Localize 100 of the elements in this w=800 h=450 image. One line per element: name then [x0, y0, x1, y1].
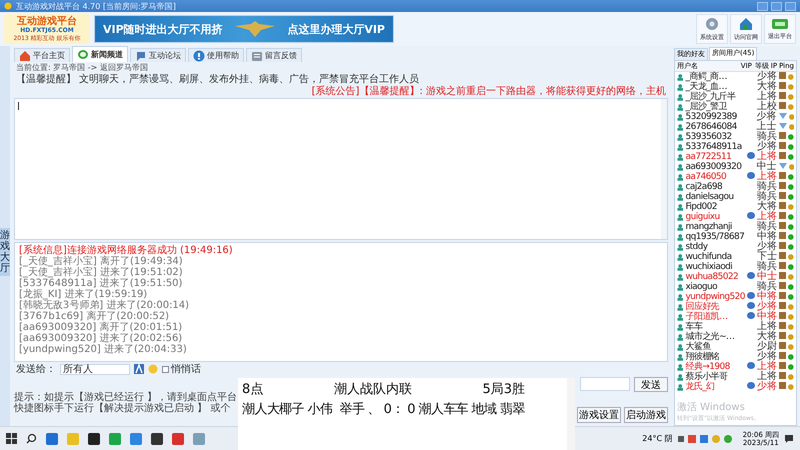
whisper-checkbox[interactable]	[162, 366, 169, 372]
action-button[interactable]: 启动游戏	[624, 407, 668, 423]
nav-tab[interactable]: 平台主页	[14, 48, 70, 62]
user-level: 骑兵	[757, 182, 778, 192]
chat-message: [系统信息]连接游戏网络服务器成功 (19:49:16)	[19, 245, 234, 256]
nav-tab[interactable]: 使用帮助	[188, 48, 244, 62]
user-name[interactable]: 车车	[685, 322, 745, 332]
user-level: 少将	[757, 302, 778, 312]
caption-text: 8点	[242, 381, 264, 398]
user-icon	[677, 114, 684, 120]
user-icon	[677, 134, 684, 140]
send-button[interactable]: 发送	[634, 376, 668, 392]
vip-banner[interactable]: VIP随时进出大厅不用挤 点这里办理大厅VIP	[94, 15, 394, 43]
user-level: 上校	[757, 102, 778, 112]
user-level: 大将	[757, 202, 778, 212]
user-name[interactable]: caj2a698	[685, 182, 745, 192]
user-name[interactable]: 回应好先	[685, 302, 745, 312]
user-name[interactable]: _天龙_血…	[685, 82, 745, 92]
user-name[interactable]: 5337648911a	[685, 142, 745, 152]
minimize-button[interactable]	[757, 2, 768, 10]
user-icon	[677, 264, 684, 270]
user-name[interactable]: qq1935/78687	[685, 232, 745, 242]
taskbar-app-icon[interactable]	[88, 432, 100, 444]
user-name[interactable]: aa693009320	[685, 162, 744, 172]
user-icon	[677, 274, 684, 280]
user-level: 少将	[757, 352, 778, 362]
notification-icon[interactable]	[784, 434, 794, 444]
user-name[interactable]: 翔彼棚铭	[685, 352, 745, 362]
box-icon	[779, 342, 786, 349]
user-name[interactable]: 5320992389	[685, 112, 744, 122]
user-level: 上将	[757, 152, 778, 162]
nav-tab[interactable]: 留言反馈	[246, 48, 302, 62]
user-icon	[677, 194, 684, 200]
nav-tab[interactable]: 互动论坛	[130, 48, 186, 62]
box-icon	[779, 172, 786, 179]
box-icon	[779, 202, 786, 209]
box-icon	[779, 302, 786, 309]
user-name[interactable]: 大鲨鱼	[685, 342, 745, 352]
house-icon	[19, 50, 31, 62]
user-level: 上将	[757, 362, 778, 372]
user-name[interactable]: stddy	[685, 242, 745, 252]
user-name[interactable]: 子阳道凯…	[685, 312, 745, 322]
weather-text[interactable]: 24°C 阴	[642, 433, 673, 444]
user-level: 骑兵	[757, 282, 778, 292]
user-name[interactable]: _屈沙_九斤半	[685, 92, 745, 102]
box-icon	[779, 382, 786, 389]
user-name[interactable]: 539356032	[685, 132, 745, 142]
user-level: 骑兵	[757, 262, 778, 272]
user-name[interactable]: xiaoguo	[685, 282, 745, 292]
windows-start-icon[interactable]	[6, 433, 17, 444]
box-icon	[779, 242, 786, 249]
nav-tab[interactable]: 新闻频道	[72, 46, 128, 62]
font-icon[interactable]	[134, 364, 144, 374]
user-name[interactable]: 蔡乐小半哥	[685, 372, 745, 382]
side-tab[interactable]: 游戏大厅	[0, 228, 10, 276]
close-button[interactable]	[785, 2, 796, 10]
user-level: 大将	[757, 82, 778, 92]
box-icon	[779, 142, 786, 149]
user-level: 上将	[757, 172, 778, 182]
action-button[interactable]: 游戏设置	[577, 407, 621, 423]
user-name[interactable]: wuchixiaodi	[685, 262, 745, 272]
user-name[interactable]: 2678646084	[685, 122, 744, 132]
box-icon	[779, 82, 786, 89]
chat-message: [_天使_吉祥小宝] 进来了(19:51:02)	[19, 267, 184, 278]
vip-icon	[746, 172, 755, 179]
user-level: 少尉	[757, 342, 778, 352]
user-name[interactable]: guiguixu	[685, 212, 745, 222]
user-name[interactable]: 城市之光~…	[685, 332, 745, 342]
user-name[interactable]: wuhua85022	[685, 272, 745, 282]
box-icon	[779, 102, 786, 109]
user-name[interactable]: aa746050	[685, 172, 745, 182]
user-level: 下士	[757, 252, 778, 262]
search-icon[interactable]	[26, 433, 37, 444]
announcement-text: [系统公告]【温馨提醒】: 游戏之前重启一下路由器，将能获得更好的网络，主机	[310, 86, 667, 98]
scrollbar[interactable]	[567, 378, 575, 450]
scrollbar[interactable]	[661, 99, 667, 239]
user-name[interactable]: _商鳄_商…	[685, 72, 745, 82]
user-icon	[677, 284, 684, 290]
user-name[interactable]: yundpwing520	[685, 292, 745, 302]
user-level: 大将	[757, 332, 778, 342]
user-icon	[677, 384, 684, 390]
user-name[interactable]: mangzhanji	[685, 222, 745, 232]
user-name[interactable]: 龙氏_幻	[685, 382, 745, 392]
maximize-button[interactable]	[771, 2, 782, 10]
user-name[interactable]: danielsagou	[685, 192, 745, 202]
exit-icon	[771, 17, 789, 31]
box-icon	[779, 222, 786, 229]
message-input[interactable]	[580, 377, 630, 391]
gear-icon	[704, 16, 720, 32]
taskbar-app-icon[interactable]	[151, 432, 163, 444]
user-name[interactable]: aa7722511	[685, 152, 745, 162]
user-name[interactable]: _屈沙_警卫	[685, 102, 745, 112]
user-icon	[677, 354, 684, 360]
box-icon	[779, 182, 786, 189]
recipient-dropdown[interactable]: 所有人	[60, 364, 130, 374]
user-name[interactable]: wuchifunda	[685, 252, 745, 262]
user-name[interactable]: 经典→1908	[685, 362, 745, 372]
box-icon	[779, 312, 786, 319]
user-name[interactable]: Fipd002	[685, 202, 745, 212]
vip-icon	[746, 362, 755, 369]
